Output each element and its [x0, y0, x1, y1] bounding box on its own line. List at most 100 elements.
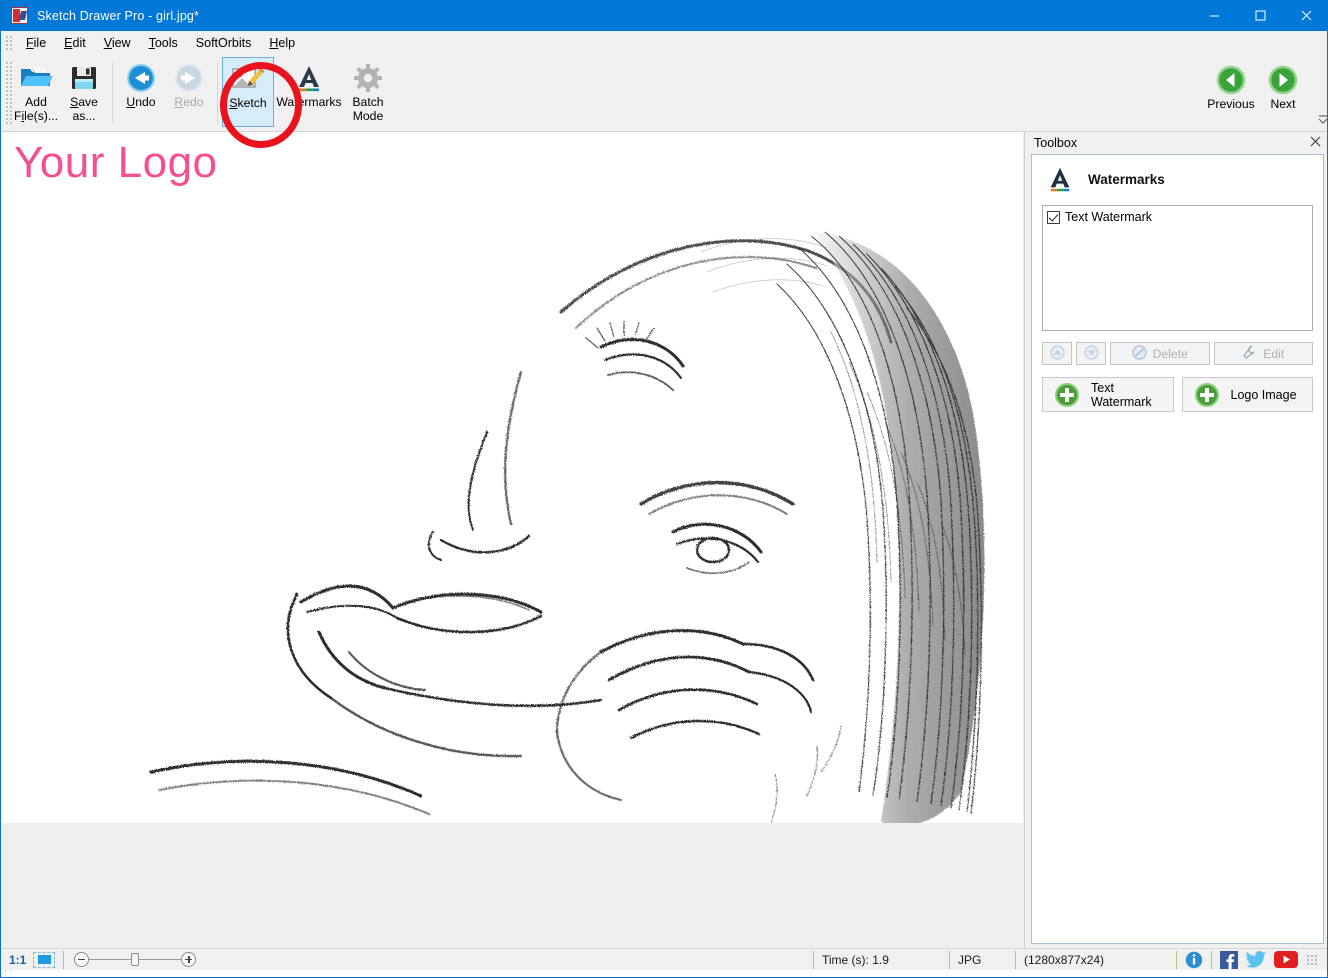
down-arrow-icon: [1084, 345, 1099, 363]
clipped-bottom-text: ДЕТИЯ СТАТЬИ ВАТЕРМАРК НАБОРЫ И СТАТЬИ Т…: [1, 970, 1328, 977]
menu-edit[interactable]: Edit: [55, 34, 95, 52]
batch-mode-label-2: Mode: [353, 109, 384, 123]
sketch-icon: [231, 62, 265, 96]
move-up-button[interactable]: [1042, 342, 1072, 365]
no-entry-icon: [1132, 345, 1147, 363]
list-action-buttons: Delete Edit: [1042, 342, 1313, 365]
resize-grip[interactable]: [1306, 954, 1318, 966]
green-plus-icon: [1195, 383, 1219, 407]
toolbox-header: Toolbox: [1026, 132, 1328, 154]
toolbar-separator-2: [217, 63, 218, 123]
social-links: [1177, 951, 1328, 969]
add-logo-image-button[interactable]: Logo Image: [1182, 377, 1314, 412]
app-icon: [11, 7, 28, 24]
up-arrow-icon: [1050, 345, 1065, 363]
toolbox-body: Watermarks Text Watermark: [1031, 154, 1324, 944]
add-text-watermark-label: Text Watermark: [1091, 381, 1173, 409]
menu-tools[interactable]: Tools: [140, 34, 187, 52]
add-logo-image-label: Logo Image: [1231, 388, 1297, 402]
title-bar: Sketch Drawer Pro - girl.jpg*: [1, 0, 1328, 31]
youtube-icon[interactable]: [1274, 951, 1298, 968]
menu-file[interactable]: File: [17, 34, 55, 52]
info-icon[interactable]: [1185, 951, 1203, 969]
menu-file-label: ile: [34, 36, 47, 50]
zoom-slider[interactable]: [74, 952, 196, 967]
application-window: Sketch Drawer Pro - girl.jpg* File Edit …: [0, 0, 1328, 978]
green-left-arrow-icon: [1216, 63, 1246, 97]
facebook-icon[interactable]: [1220, 951, 1238, 969]
watermark-a-icon: [294, 61, 324, 95]
minimize-button[interactable]: [1191, 0, 1237, 31]
next-label: Next: [1270, 98, 1295, 112]
undo-button[interactable]: Undo: [117, 57, 165, 127]
previous-button[interactable]: Previous: [1205, 59, 1257, 129]
add-files-button[interactable]: AddFile(s)...: [12, 57, 60, 127]
menu-help-label: elp: [278, 36, 295, 50]
status-dimensions: (1280x877x24): [1016, 949, 1176, 971]
watermarks-button[interactable]: Watermarks: [274, 57, 344, 127]
green-plus-icon: [1055, 383, 1079, 407]
delete-button[interactable]: Delete: [1110, 342, 1210, 365]
delete-button-label: Delete: [1153, 347, 1188, 361]
previous-label: Previous: [1207, 98, 1254, 112]
zoom-slider-knob[interactable]: [131, 953, 139, 966]
toolbox-panel: Toolbox Watermarks: [1026, 132, 1328, 949]
status-format: JPG: [950, 949, 1015, 971]
move-down-button[interactable]: [1076, 342, 1106, 365]
edit-button[interactable]: Edit: [1214, 342, 1314, 365]
undo-arrow-icon: [126, 61, 156, 95]
redo-button[interactable]: Redo: [165, 57, 213, 127]
list-item[interactable]: Text Watermark: [1047, 209, 1308, 225]
watermarks-label: Watermarks: [276, 96, 341, 110]
edit-button-label: Edit: [1263, 347, 1284, 361]
undo-label-rest: ndo: [135, 95, 155, 109]
green-right-arrow-icon: [1268, 63, 1298, 97]
menu-view[interactable]: View: [95, 34, 140, 52]
menu-view-label: iew: [112, 36, 131, 50]
status-divider-5: [1211, 951, 1212, 969]
redo-arrow-icon: [174, 61, 204, 95]
watermarks-section-header: Watermarks: [1032, 155, 1323, 203]
menu-softorbits[interactable]: SoftOrbits: [187, 34, 261, 52]
plus-icon[interactable]: [181, 952, 196, 967]
twitter-icon[interactable]: [1246, 951, 1266, 968]
undo-label: Undo: [126, 96, 155, 110]
add-watermark-buttons: Text Watermark Logo Image: [1042, 377, 1313, 412]
watermark-item-label: Text Watermark: [1065, 210, 1152, 224]
next-button[interactable]: Next: [1257, 59, 1309, 129]
minus-icon[interactable]: [74, 952, 89, 967]
redo-label-rest: edo: [183, 95, 203, 109]
image-canvas-area[interactable]: Your Logo: [1, 132, 1025, 949]
watermark-list[interactable]: Text Watermark: [1042, 205, 1313, 331]
watermark-a-icon: [1046, 164, 1074, 194]
save-as-button[interactable]: Saveas...: [60, 57, 108, 127]
clipped-bottom-text-label: ДЕТИЯ СТАТЬИ ВАТЕРМАРК НАБОРЫ И СТАТЬИ Т…: [5, 970, 392, 973]
close-button[interactable]: [1283, 0, 1328, 31]
save-as-label: Saveas...: [70, 96, 98, 123]
menu-grip[interactable]: [5, 35, 12, 52]
window-controls: [1191, 0, 1328, 31]
canvas-watermark-text[interactable]: Your Logo: [14, 138, 218, 188]
wrench-icon: [1242, 345, 1257, 363]
add-text-watermark-button[interactable]: Text Watermark: [1042, 377, 1174, 412]
redo-label: Redo: [174, 96, 203, 110]
sketch-label-rest: ketch: [238, 96, 267, 110]
watermarks-section-title: Watermarks: [1088, 172, 1165, 187]
menu-help[interactable]: Help: [260, 34, 304, 52]
toolbox-close-icon[interactable]: [1308, 134, 1323, 152]
zoom-ratio-label: 1:1: [1, 953, 26, 967]
maximize-button[interactable]: [1237, 0, 1283, 31]
batch-mode-button[interactable]: BatchMode: [344, 57, 392, 127]
window-title: Sketch Drawer Pro - girl.jpg*: [37, 9, 199, 23]
sketch-button[interactable]: Sketch: [222, 57, 274, 127]
sketch-label: Sketch: [229, 97, 266, 111]
menu-edit-label: dit: [73, 36, 86, 50]
watermark-item-checkbox[interactable]: [1047, 211, 1060, 224]
toolbar-grip[interactable]: [5, 61, 12, 125]
fit-to-window-icon[interactable]: [33, 952, 55, 968]
menu-tools-label: ools: [155, 36, 178, 50]
toolbox-title: Toolbox: [1034, 136, 1077, 150]
toolbar-overflow-button[interactable]: [1317, 113, 1328, 128]
sketch-image: [1, 132, 1023, 823]
add-files-label: AddFile(s)...: [14, 96, 58, 123]
